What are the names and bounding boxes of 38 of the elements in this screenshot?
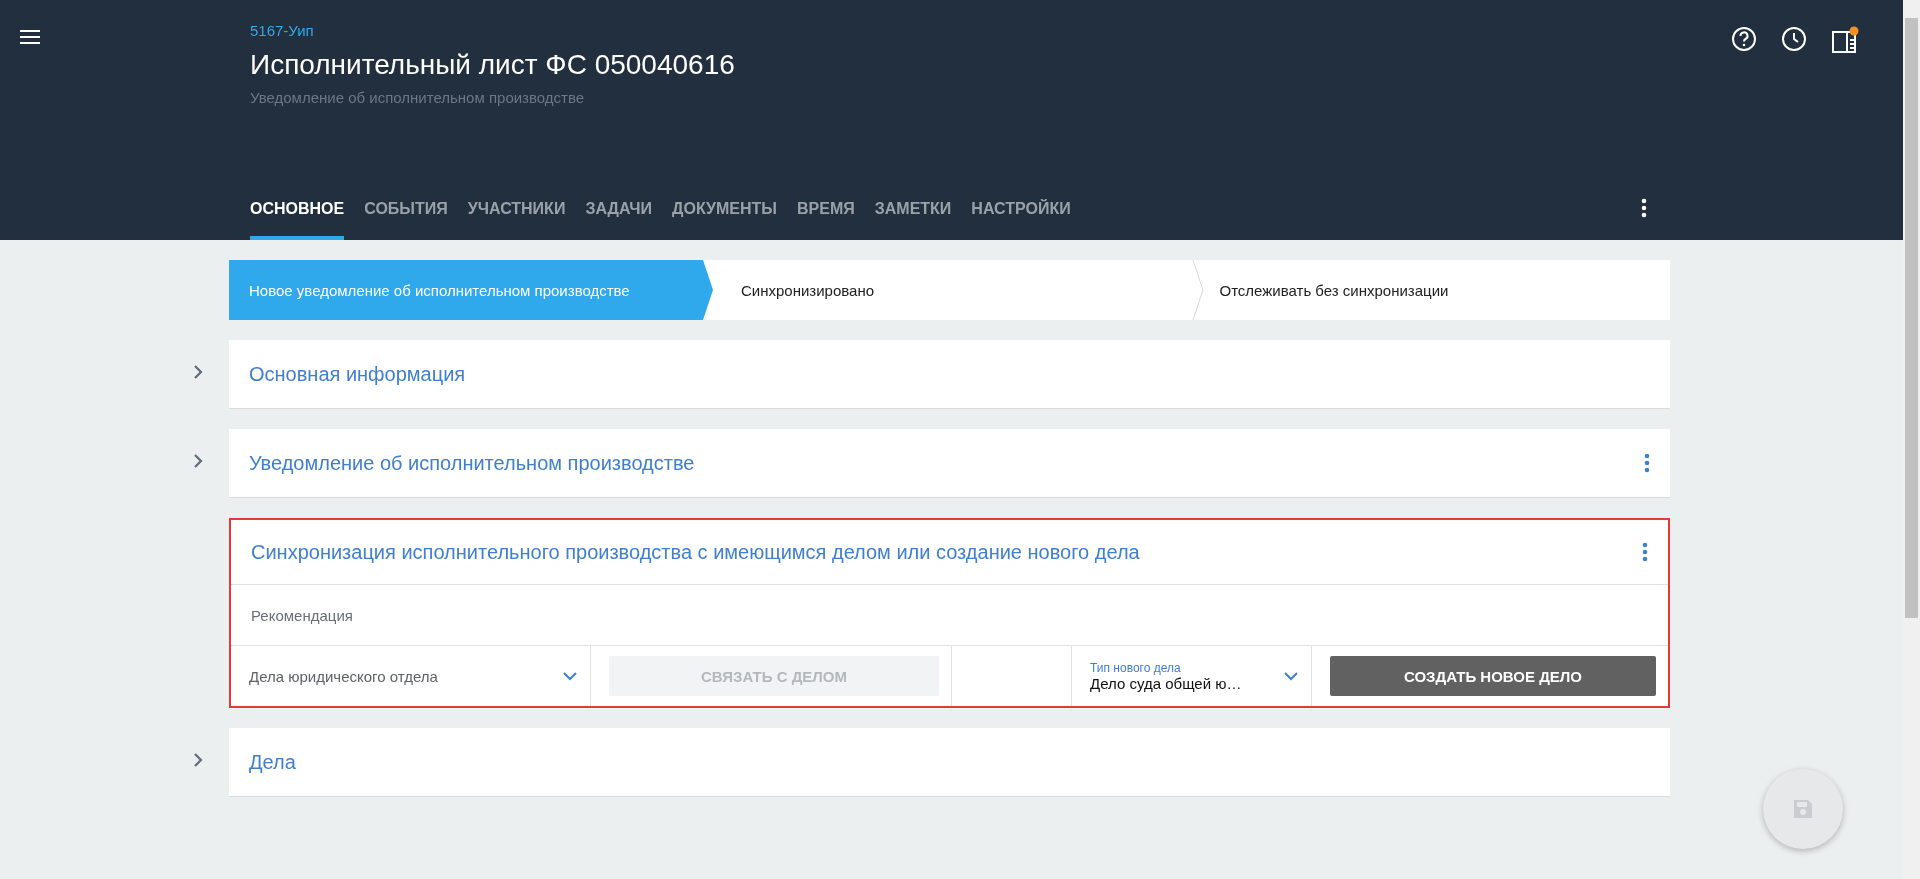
chevron-down-icon <box>562 671 578 681</box>
field-value: Дело суда общей ю… <box>1090 674 1242 692</box>
dropdown-field[interactable]: Тип нового дела Дело суда общей ю… <box>1090 660 1299 692</box>
tab[interactable]: ОСНОВНОЕ <box>250 200 345 240</box>
field-label: Тип нового дела <box>1090 660 1182 675</box>
tab[interactable]: ДОКУМЕНТЫ <box>672 200 777 240</box>
tab[interactable]: ЗАМЕТКИ <box>874 200 952 240</box>
menu-icon[interactable] <box>20 30 40 44</box>
section-title[interactable]: Дела <box>249 750 296 774</box>
recommendation-label: Рекомендация <box>231 584 1668 645</box>
clock-icon[interactable] <box>1781 26 1807 52</box>
chevron-down-icon <box>1283 671 1299 681</box>
step-separator <box>1191 260 1204 320</box>
tab[interactable]: НАСТРОЙКИ <box>971 200 1071 240</box>
tab[interactable]: ВРЕМЯ <box>797 200 855 240</box>
page-subtitle: Уведомление об исполнительном производстве <box>250 89 586 106</box>
chevron-right-icon[interactable] <box>193 364 203 380</box>
side-panel-icon[interactable] <box>1831 26 1859 54</box>
scrollbar-thumb[interactable] <box>1905 18 1918 618</box>
step[interactable]: Новое уведомление об исполнительном производстве <box>229 260 713 320</box>
tab[interactable]: СОБЫТИЯ <box>364 200 448 240</box>
more-icon[interactable] <box>1641 198 1647 218</box>
step[interactable]: Синхронизировано <box>713 260 1192 320</box>
tab[interactable]: УЧАСТНИКИ <box>467 200 566 240</box>
page-title: Исполнительный лист ФС 050040616 <box>250 49 736 81</box>
section-title[interactable]: Основная информация <box>249 362 466 386</box>
chevron-right-icon[interactable] <box>193 752 203 768</box>
section-title[interactable]: Синхронизация исполнительного производства с имеющимся делом или создание нового дела <box>251 540 1140 564</box>
dropdown-field[interactable]: Дела юридического отдела <box>249 667 578 685</box>
help-icon[interactable] <box>1731 26 1757 52</box>
save-icon <box>1791 797 1815 821</box>
tab[interactable]: ЗАДАЧИ <box>585 200 653 240</box>
case-number[interactable]: 5167-Уип <box>250 22 1903 39</box>
chevron-right-icon[interactable] <box>193 453 203 469</box>
field-value: Дела юридического отдела <box>249 667 438 685</box>
action-button[interactable]: СОЗДАТЬ НОВОЕ ДЕЛО <box>1330 656 1656 696</box>
section-title[interactable]: Уведомление об исполнительном производстве <box>249 451 695 475</box>
step[interactable]: Отслеживать без синхронизации <box>1191 260 1670 320</box>
